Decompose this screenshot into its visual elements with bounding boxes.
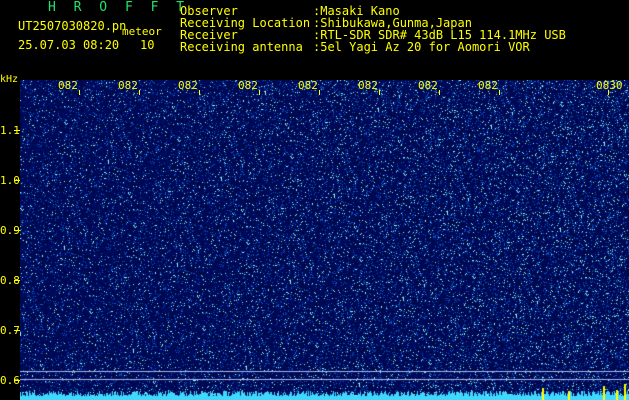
x-tick-label: 082 xyxy=(58,79,78,92)
x-tick-mark xyxy=(608,90,609,95)
antenna-value: :5el Yagi Az 20 for Aomori VOR xyxy=(313,40,530,54)
y-tick-mark xyxy=(14,230,20,231)
x-tick-label: 082 xyxy=(118,79,138,92)
y-tick-mark xyxy=(14,180,20,181)
meteor-count: 10 xyxy=(140,38,155,52)
y-tick-mark xyxy=(14,280,20,281)
antenna-label: Receiving antenna xyxy=(180,40,303,54)
y-tick-mark xyxy=(14,380,20,381)
spectrogram-canvas xyxy=(20,80,629,400)
x-tick-label: 0830 xyxy=(596,79,623,92)
y-tick-mark xyxy=(14,330,20,331)
meteor-label: meteor xyxy=(122,25,162,38)
header-panel: H R O F F T UT2507030820.pn meteor 25.07… xyxy=(0,0,629,85)
x-tick-label: 082 xyxy=(358,79,378,92)
x-tick-mark xyxy=(199,90,200,95)
x-tick-label: 082 xyxy=(298,79,318,92)
brand-title: H R O F F T xyxy=(48,0,190,15)
x-tick-mark xyxy=(439,90,440,95)
y-tick-mark xyxy=(14,130,20,131)
x-tick-mark xyxy=(139,90,140,95)
x-tick-label: 082 xyxy=(478,79,498,92)
x-tick-mark xyxy=(319,90,320,95)
filename-label: UT2507030820.pn xyxy=(18,19,127,33)
x-tick-mark xyxy=(499,90,500,95)
datetime-label: 25.07.03 08:20 xyxy=(18,38,120,52)
x-tick-mark xyxy=(259,90,260,95)
y-axis-unit: kHz xyxy=(0,74,19,85)
x-tick-mark xyxy=(79,90,80,95)
x-tick-label: 082 xyxy=(178,79,198,92)
x-tick-label: 082 xyxy=(238,79,258,92)
x-tick-mark xyxy=(379,90,380,95)
x-tick-label: 082 xyxy=(418,79,438,92)
